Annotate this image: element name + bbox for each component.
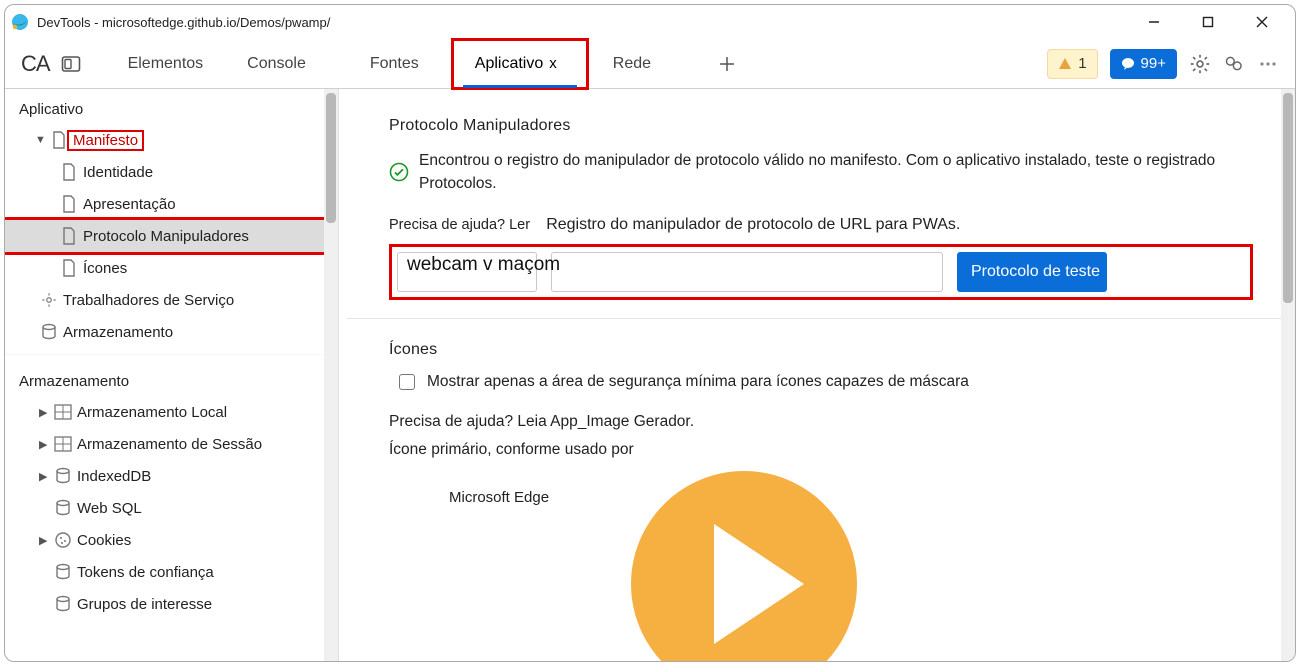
chevron-right-icon: ▶ xyxy=(39,438,53,451)
window-close-button[interactable] xyxy=(1247,7,1277,37)
tab-application[interactable]: Aplicativox xyxy=(453,40,587,88)
warnings-badge[interactable]: 1 xyxy=(1047,49,1097,79)
chevron-right-icon: ▶ xyxy=(39,406,53,419)
application-sidebar: Aplicativo ▼ Manifesto Identidade Aprese… xyxy=(5,89,339,661)
primary-icon-used-by: Microsoft Edge xyxy=(389,469,629,506)
sidebar-item-indexeddb[interactable]: ▶ IndexedDB xyxy=(5,460,338,492)
test-protocol-button[interactable]: Protocolo de teste xyxy=(957,252,1107,292)
tab-close-icon[interactable]: x xyxy=(549,55,557,72)
sidebar-section-app: Aplicativo xyxy=(5,89,338,124)
protocol-scheme-input[interactable] xyxy=(397,252,537,292)
section-protocol-title: Protocolo Manipuladores xyxy=(389,117,1253,135)
messages-badge[interactable]: 99+ xyxy=(1110,49,1177,79)
checkbox-label: Mostrar apenas a área de segurança mínim… xyxy=(427,373,969,391)
sidebar-item-cookies[interactable]: ▶ Cookies xyxy=(5,524,338,556)
settings-icon[interactable] xyxy=(1189,53,1211,75)
cookie-icon xyxy=(53,531,73,549)
sidebar-section-storage: Armazenamento xyxy=(5,361,338,396)
chevron-right-icon: ▶ xyxy=(39,534,53,547)
file-icon xyxy=(59,227,79,245)
grid-icon xyxy=(53,404,73,420)
sidebar-item-presentation[interactable]: Apresentação xyxy=(5,188,338,220)
min-safe-area-checkbox[interactable] xyxy=(399,374,415,390)
gear-small-icon xyxy=(39,291,59,309)
sidebar-item-storage[interactable]: Armazenamento xyxy=(5,316,338,348)
app-icon xyxy=(11,13,29,31)
add-tab-button[interactable] xyxy=(709,55,745,73)
main-scrollbar[interactable] xyxy=(1281,89,1295,661)
inspect-badge[interactable]: CA xyxy=(21,51,50,77)
section-icons-title: Ícones xyxy=(389,341,1253,359)
primary-icon-prefix: Ícone primário, conforme usado por xyxy=(389,441,1253,459)
application-main-pane: Protocolo Manipuladores Encontrou o regi… xyxy=(339,89,1295,661)
window-title: DevTools - microsoftedge.github.io/Demos… xyxy=(37,15,330,30)
dock-side-icon[interactable] xyxy=(60,53,82,75)
icons-help-text: Precisa de ajuda? Leia App_Image Gerador… xyxy=(389,413,1253,431)
grid-icon xyxy=(53,436,73,452)
window-maximize-button[interactable] xyxy=(1193,7,1223,37)
database-icon xyxy=(53,499,73,517)
devtools-toolbar: CA Elementos Console Fontes Aplicativox … xyxy=(5,39,1295,89)
chevron-down-icon: ▼ xyxy=(35,134,49,146)
warning-icon xyxy=(1058,57,1072,71)
sidebar-item-interest-groups[interactable]: Grupos de interesse xyxy=(5,588,338,620)
tab-console[interactable]: Console xyxy=(225,40,328,88)
window-minimize-button[interactable] xyxy=(1139,7,1169,37)
tab-sources[interactable]: Fontes xyxy=(348,40,441,88)
file-icon xyxy=(59,195,79,213)
sidebar-item-identity[interactable]: Identidade xyxy=(5,156,338,188)
database-icon xyxy=(39,323,59,341)
database-icon xyxy=(53,563,73,581)
database-icon xyxy=(53,467,73,485)
sidebar-scrollbar[interactable] xyxy=(324,89,338,661)
sidebar-item-websql[interactable]: Web SQL xyxy=(5,492,338,524)
help-link[interactable]: Registro do manipulador de protocolo de … xyxy=(546,216,960,233)
database-icon xyxy=(53,595,73,613)
chevron-right-icon: ▶ xyxy=(39,470,53,483)
protocol-test-row: Protocolo de teste xyxy=(389,244,1253,300)
titlebar: DevTools - microsoftedge.github.io/Demos… xyxy=(5,5,1295,39)
file-icon xyxy=(59,259,79,277)
feedback-icon[interactable] xyxy=(1223,53,1245,75)
checkmark-circle-icon xyxy=(389,162,409,182)
sidebar-item-icons[interactable]: Ícones xyxy=(5,252,338,284)
status-text: Encontrou o registro do manipulador de p… xyxy=(419,149,1253,196)
primary-icon-preview xyxy=(629,469,859,662)
sidebar-item-protocol-handlers[interactable]: Protocolo Manipuladores xyxy=(5,220,338,252)
sidebar-item-local-storage[interactable]: ▶ Armazenamento Local xyxy=(5,396,338,428)
tab-network[interactable]: Rede xyxy=(591,40,673,88)
more-icon[interactable] xyxy=(1257,53,1279,75)
message-icon xyxy=(1121,57,1135,71)
file-icon xyxy=(59,163,79,181)
tab-elements[interactable]: Elementos xyxy=(106,40,226,88)
sidebar-item-trust-tokens[interactable]: Tokens de confiança xyxy=(5,556,338,588)
file-icon xyxy=(49,131,69,149)
sidebar-item-service-workers[interactable]: Trabalhadores de Serviço xyxy=(5,284,338,316)
sidebar-item-session-storage[interactable]: ▶ Armazenamento de Sessão xyxy=(5,428,338,460)
sidebar-item-manifest[interactable]: ▼ Manifesto xyxy=(5,124,338,156)
protocol-url-input[interactable] xyxy=(551,252,943,292)
help-prefix: Precisa de ajuda? Ler xyxy=(389,217,530,233)
